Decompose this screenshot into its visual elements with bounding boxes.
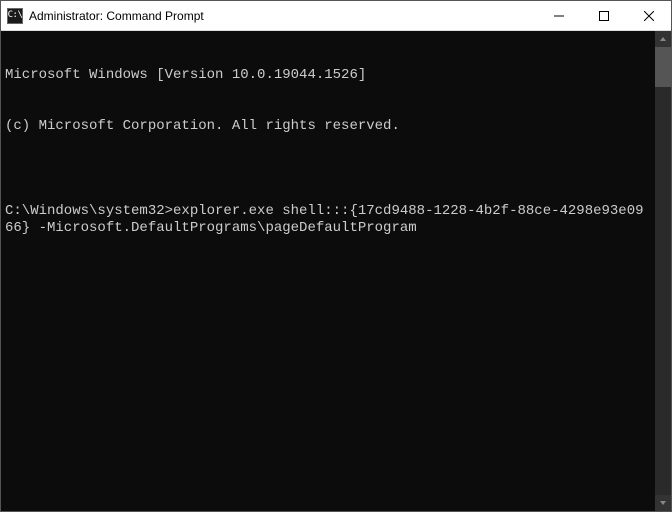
maximize-button[interactable] <box>581 1 626 31</box>
terminal-line: Microsoft Windows [Version 10.0.19044.15… <box>5 67 651 84</box>
cmd-icon: C:\ <box>7 8 23 24</box>
close-button[interactable] <box>626 1 671 31</box>
scrollbar-thumb[interactable] <box>655 47 671 87</box>
minimize-button[interactable] <box>536 1 581 31</box>
scroll-up-arrow-icon[interactable] <box>655 31 671 47</box>
terminal-line: C:\Windows\system32>explorer.exe shell::… <box>5 203 651 237</box>
terminal-line: (c) Microsoft Corporation. All rights re… <box>5 118 651 135</box>
vertical-scrollbar[interactable] <box>655 31 671 511</box>
terminal-output[interactable]: Microsoft Windows [Version 10.0.19044.15… <box>1 31 655 511</box>
scroll-down-arrow-icon[interactable] <box>655 495 671 511</box>
titlebar[interactable]: C:\ Administrator: Command Prompt <box>1 1 671 31</box>
client-area: Microsoft Windows [Version 10.0.19044.15… <box>1 31 671 511</box>
window-title: Administrator: Command Prompt <box>29 9 204 23</box>
command-prompt-window: C:\ Administrator: Command Prompt Micros… <box>0 0 672 512</box>
